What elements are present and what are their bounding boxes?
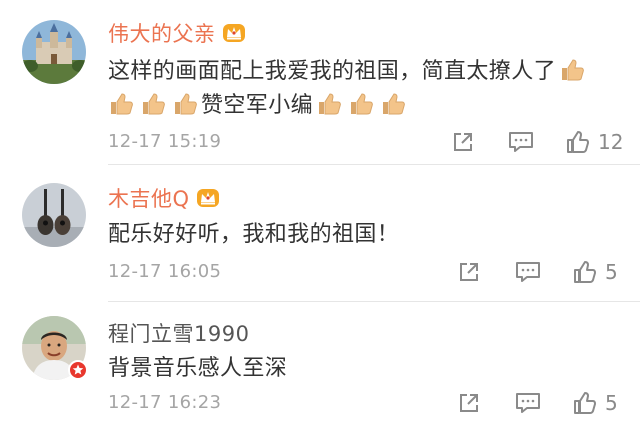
timestamp: 12-17 15:19 <box>108 131 222 152</box>
comment-item: 程门立雪1990 背景音乐感人至深 12-17 16:23 5 <box>0 302 640 428</box>
timestamp: 12-17 16:23 <box>108 392 222 413</box>
thumbs-up-emoji-icon <box>140 91 166 117</box>
timestamp: 12-17 16:05 <box>108 261 222 282</box>
reply-button[interactable] <box>508 127 534 157</box>
comment-text-line1: 这样的画面配上我爱我的祖国，简直太撩人了 <box>108 59 557 84</box>
avatar[interactable] <box>22 183 86 247</box>
like-button[interactable]: 12 <box>566 127 623 157</box>
comment-meta: 12-17 15:19 12 <box>108 127 640 157</box>
like-count: 5 <box>605 260 618 284</box>
thumbs-up-emoji-icon <box>108 91 134 117</box>
thumbs-up-emoji-icon <box>380 91 406 117</box>
username[interactable]: 木吉他Q <box>108 183 190 213</box>
comment-item: 伟大的父亲 这样的画面配上我爱我的祖国，简直太撩人了 赞空军小编 12-17 1… <box>0 0 640 165</box>
castle-photo-icon <box>22 20 86 84</box>
like-button[interactable]: 5 <box>573 388 618 418</box>
username-row: 程门立雪1990 <box>108 318 249 348</box>
thumbs-up-icon <box>567 131 589 153</box>
thumbs-up-emoji-icon <box>316 91 342 117</box>
username-row: 伟大的父亲 <box>108 18 246 48</box>
thumbs-up-emoji-icon <box>172 91 198 117</box>
share-button[interactable] <box>451 127 475 157</box>
comment-bubble-icon <box>516 262 540 282</box>
vip-crown-icon <box>222 24 245 42</box>
reply-button[interactable] <box>515 388 541 418</box>
share-icon <box>454 133 472 151</box>
comment-text-line2: 赞空军小编 <box>201 93 314 118</box>
share-icon <box>460 394 478 412</box>
comment-bubble-icon <box>509 132 533 152</box>
guitars-photo-icon <box>22 183 86 247</box>
thumbs-up-emoji-icon <box>348 91 374 117</box>
like-count: 12 <box>598 130 624 154</box>
thumbs-up-icon <box>574 392 596 414</box>
comment-meta: 12-17 16:05 5 <box>108 257 640 287</box>
username-row: 木吉他Q <box>108 183 220 213</box>
like-count: 5 <box>605 391 618 415</box>
comment-text: 背景音乐感人至深 <box>108 356 288 381</box>
username[interactable]: 伟大的父亲 <box>108 18 216 48</box>
avatar[interactable] <box>22 20 86 84</box>
comment-text: 这样的画面配上我爱我的祖国，简直太撩人了 赞空军小编 <box>108 55 628 123</box>
share-button[interactable] <box>457 257 481 287</box>
reply-button[interactable] <box>515 257 541 287</box>
comment-bubble-icon <box>516 393 540 413</box>
comment-meta: 12-17 16:23 5 <box>108 388 640 418</box>
verified-badge-icon <box>68 360 88 380</box>
thumbs-up-emoji-icon <box>559 57 585 83</box>
comment-text: 配乐好好听，我和我的祖国！ <box>108 222 400 247</box>
thumbs-up-icon <box>574 261 596 283</box>
comment-item: 木吉他Q 配乐好好听，我和我的祖国！ 12-17 16:05 5 <box>0 165 640 302</box>
like-button[interactable]: 5 <box>573 257 618 287</box>
share-icon <box>460 263 478 281</box>
share-button[interactable] <box>457 388 481 418</box>
vip-crown-icon <box>196 189 219 207</box>
username[interactable]: 程门立雪1990 <box>108 318 249 348</box>
